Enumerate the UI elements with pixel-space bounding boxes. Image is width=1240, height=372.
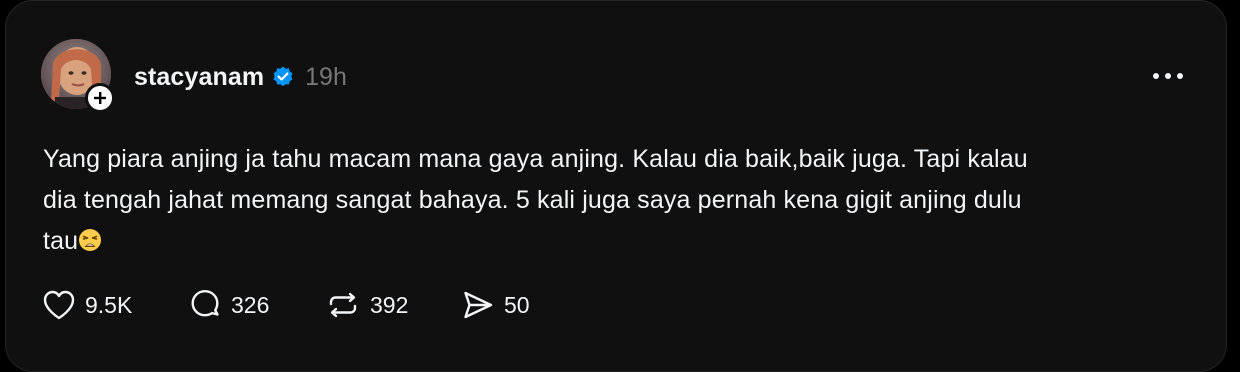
more-horizontal-icon	[1153, 73, 1183, 79]
author-avatar-container[interactable]	[41, 39, 115, 113]
thread-post-card: stacyanam 19h Yang piara anjing ja tahu …	[5, 0, 1227, 372]
share-count: 50	[504, 291, 530, 318]
weary-face-emoji-icon	[78, 224, 102, 251]
like-button[interactable]: 9.5K	[42, 285, 188, 325]
plus-icon	[94, 92, 106, 104]
heart-icon	[43, 290, 75, 320]
follow-button[interactable]	[85, 83, 115, 113]
send-icon	[464, 291, 493, 319]
post-text-tail: tau	[43, 227, 79, 255]
repost-icon	[329, 292, 357, 318]
share-button[interactable]: 50	[461, 285, 561, 325]
reply-button[interactable]: 326	[188, 285, 325, 325]
post-actions: 9.5K 326 392 50	[42, 285, 561, 325]
post-text-line: dia tengah jahat memang sangat bahaya. 5…	[43, 186, 1022, 214]
more-options-button[interactable]	[1148, 63, 1188, 89]
like-count: 9.5K	[85, 291, 133, 318]
comment-icon	[191, 290, 219, 317]
post-body: Yang piara anjing ja tahu macam mana gay…	[43, 139, 1203, 262]
post-text-line: tau	[43, 221, 1203, 262]
repost-button[interactable]: 392	[325, 285, 461, 325]
post-header: stacyanam 19h	[134, 59, 347, 95]
post-timestamp[interactable]: 19h	[305, 63, 347, 92]
repost-count: 392	[370, 291, 409, 318]
reply-count: 326	[231, 291, 270, 318]
author-username[interactable]: stacyanam	[134, 63, 264, 92]
post-text-line: Yang piara anjing ja tahu macam mana gay…	[43, 145, 1028, 173]
verified-badge-icon	[271, 65, 295, 89]
